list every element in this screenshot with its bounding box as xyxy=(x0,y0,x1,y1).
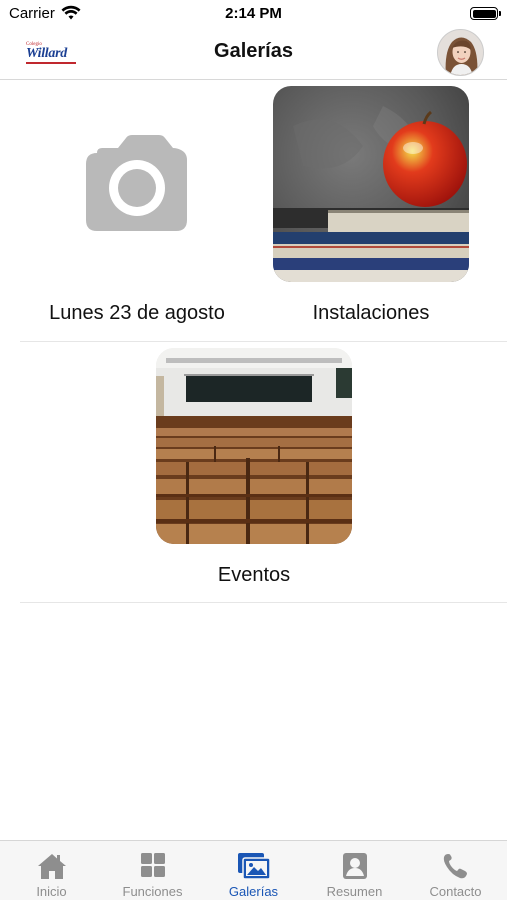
gallery-row: Eventos xyxy=(20,342,507,603)
tab-inicio[interactable]: Inicio xyxy=(1,841,102,900)
battery-icon xyxy=(470,7,501,20)
gallery-label[interactable]: Eventos xyxy=(139,564,369,587)
home-icon xyxy=(38,854,66,879)
tab-label: Funciones xyxy=(122,884,183,899)
avatar-photo xyxy=(438,30,483,75)
person-card-icon xyxy=(343,853,367,879)
grid-icon xyxy=(141,853,165,877)
navigation-bar: Colegio Willard Galerías xyxy=(0,28,507,80)
page-title: Galerías xyxy=(214,40,293,62)
tab-galerias[interactable]: Galerías xyxy=(203,841,304,900)
clock: 2:14 PM xyxy=(225,5,282,22)
tab-label: Inicio xyxy=(36,884,67,899)
tab-contacto[interactable]: Contacto xyxy=(405,841,506,900)
gallery-tile-lunes[interactable] xyxy=(39,88,235,284)
gallery-tile-instalaciones[interactable] xyxy=(273,86,469,282)
gallery-label[interactable]: Instalaciones xyxy=(256,302,486,325)
tab-funciones[interactable]: Funciones xyxy=(102,841,203,900)
gallery-label[interactable]: Lunes 23 de agosto xyxy=(22,302,252,325)
status-bar: Carrier 2:14 PM xyxy=(0,0,507,28)
camera-icon xyxy=(86,135,187,231)
auditorium-seats-photo xyxy=(156,348,352,544)
gallery-row: Lunes 23 de agosto Instalaciones xyxy=(20,80,507,342)
gallery-tile-eventos[interactable] xyxy=(156,348,352,544)
apple-on-books-photo xyxy=(273,86,469,282)
gallery-icon xyxy=(238,853,271,880)
tab-label: Contacto xyxy=(429,884,482,899)
tab-label: Resumen xyxy=(326,884,383,899)
phone-icon xyxy=(443,854,467,879)
tab-label: Galerías xyxy=(228,884,279,899)
tab-resumen[interactable]: Resumen xyxy=(304,841,405,900)
tab-bar: Inicio Funciones Galerías Resumen Contac… xyxy=(0,840,507,900)
avatar[interactable] xyxy=(437,29,484,76)
